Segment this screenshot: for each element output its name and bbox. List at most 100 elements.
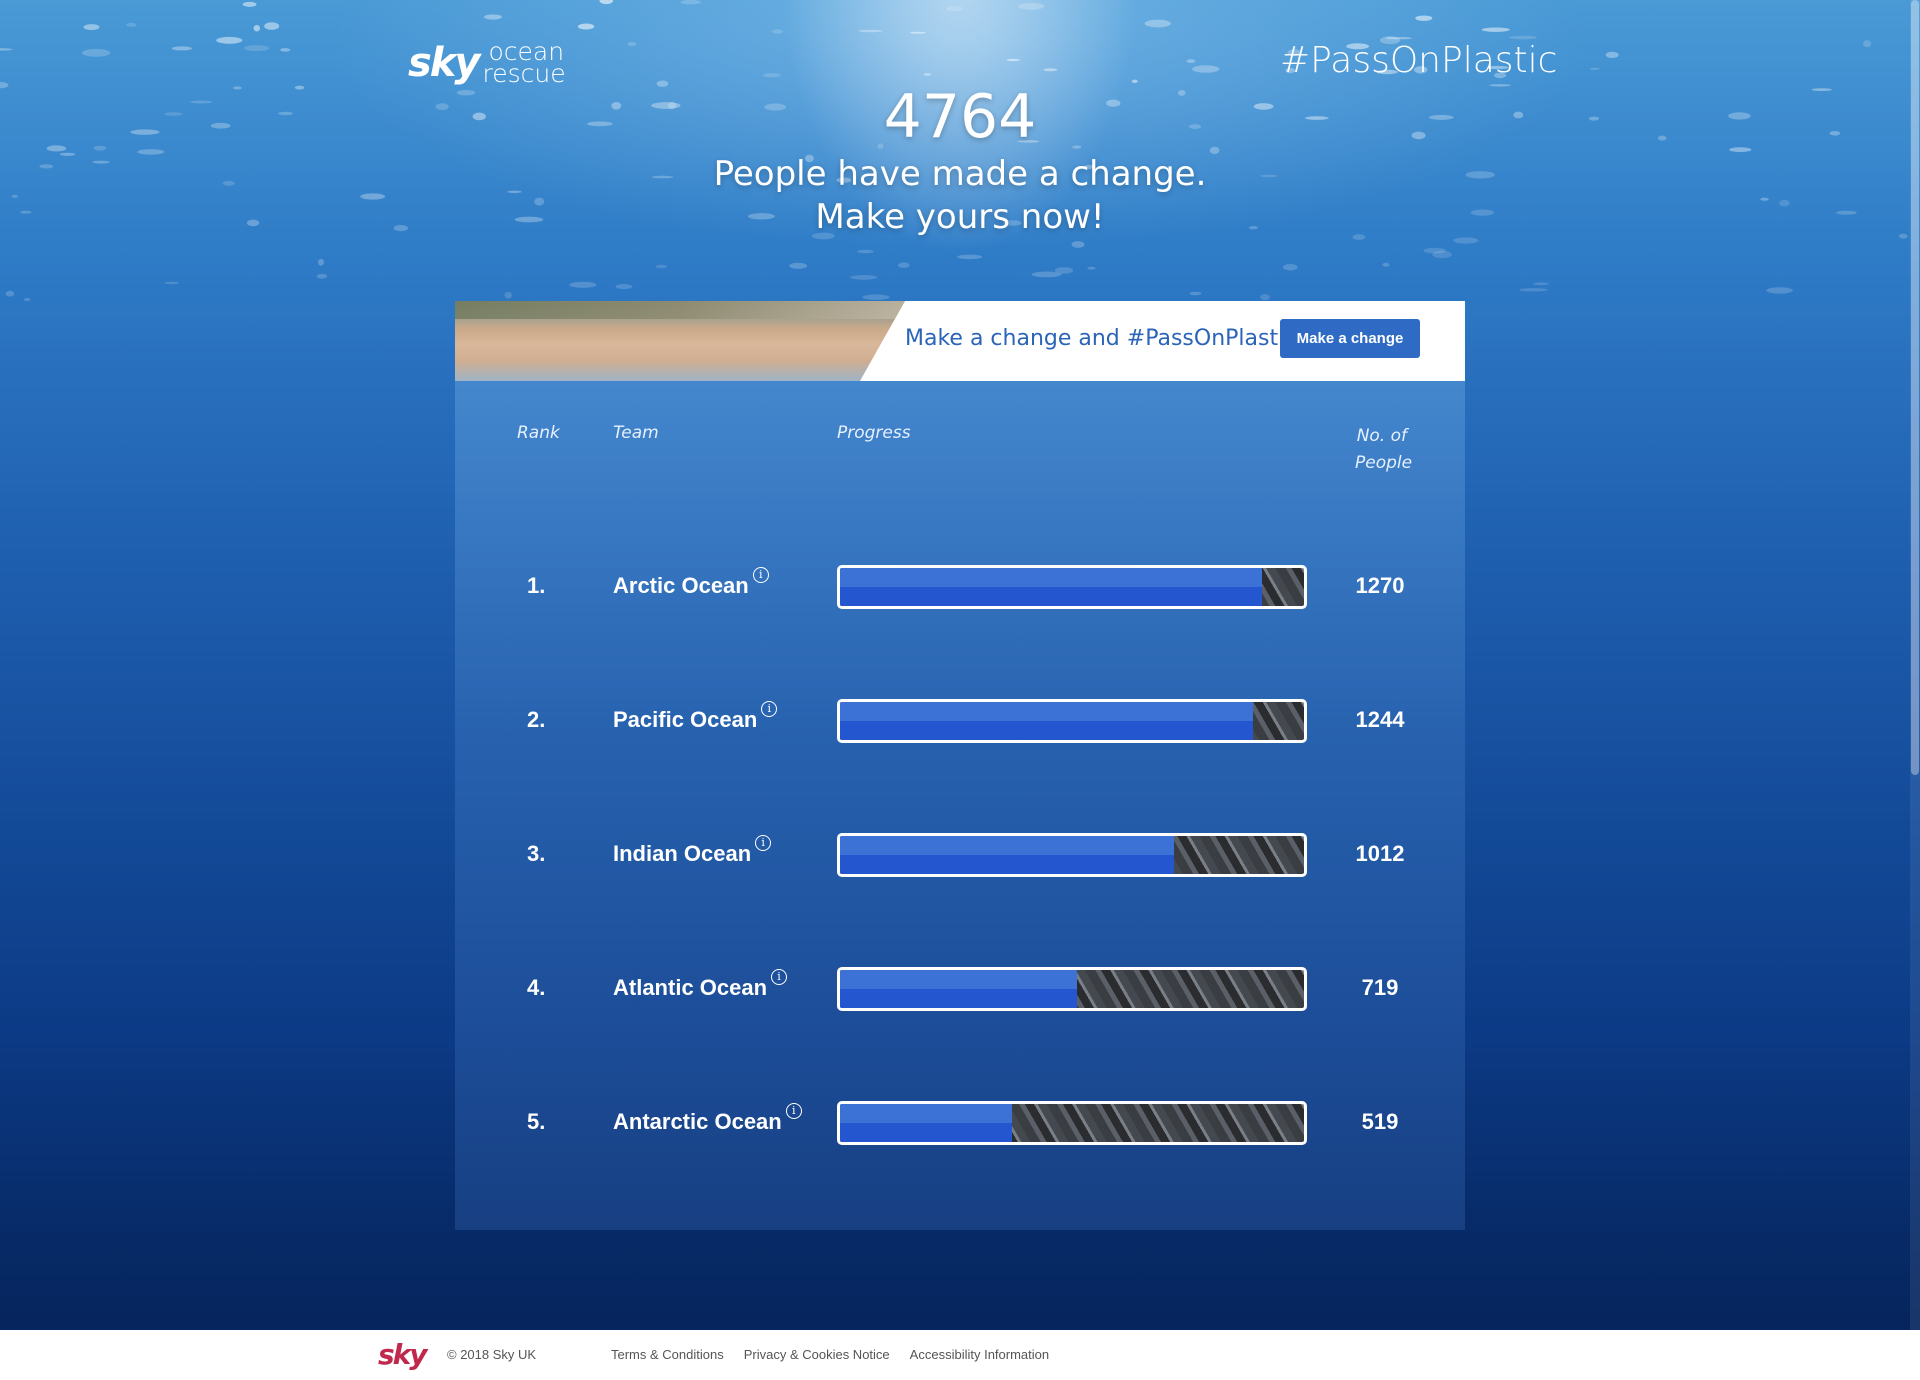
leaderboard-row: 2. Pacific Ocean i 1244 [455,699,1465,745]
sparkle [909,31,926,34]
footer-sky-logo[interactable]: sky [378,1338,428,1371]
sparkle [316,273,328,279]
sparkle [1018,2,1045,10]
sparkle [243,45,270,52]
row-count: 1244 [1355,707,1405,732]
leaderboard-panel: Rank Team Progress No. of People 1. Arct… [455,381,1465,1230]
row-team: Pacific Ocean i [613,701,778,733]
row-team: Indian Ocean i [613,835,772,867]
sparkle [1054,267,1074,274]
hero-tagline: People have made a change. Make yours no… [0,153,1920,239]
row-count: 719 [1361,975,1399,1000]
footer-links: Terms & Conditions Privacy & Cookies Not… [611,1347,1049,1362]
sparkle [1031,271,1062,278]
sparkle [83,24,100,31]
progress-bar [837,699,1307,743]
privacy-link[interactable]: Privacy & Cookies Notice [744,1347,890,1362]
sparkle [318,258,324,266]
progress-fill [840,1104,1012,1142]
logo-sky: sky [408,40,480,86]
footer: sky © 2018 Sky UK Terms & Conditions Pri… [0,1330,1920,1380]
sparkle [923,73,932,76]
sparkle [945,6,963,12]
info-icon[interactable]: i [752,567,769,583]
header-rank: Rank [517,423,560,443]
sparkle [599,0,614,5]
progress-fill [840,568,1263,606]
row-rank: 2. [527,707,546,732]
info-icon[interactable]: i [785,1103,802,1119]
sparkle [5,290,15,297]
banner-text: Make a change and #PassOnPlastic [905,326,1297,351]
make-change-banner: Make a change and #PassOnPlastic Make a … [455,301,1465,381]
footer-copyright: © 2018 Sky UK [447,1347,537,1362]
progress-bar [837,1101,1307,1145]
sparkle [1006,58,1020,62]
sparkle [858,29,883,33]
sparkle [0,48,13,51]
progress-fill [840,702,1253,740]
info-icon[interactable]: i [755,835,772,851]
sparkle [862,294,890,301]
sparkle [242,1,257,7]
sparkle [23,297,31,302]
leaderboard-row: 4. Atlantic Ocean i 719 [455,967,1465,1013]
sparkle [1509,35,1537,40]
row-count: 519 [1361,1109,1399,1134]
progress-bar [837,967,1307,1011]
info-icon[interactable]: i [761,701,778,717]
progress-fill [840,970,1077,1008]
sparkle [627,42,637,47]
sparkle [484,14,502,20]
sparkle [280,48,291,52]
sparkle [789,262,808,269]
progress-bar [837,833,1307,877]
sparkle [81,49,111,57]
sparkle [1189,291,1202,296]
row-team: Arctic Ocean i [613,567,769,599]
header-hashtag: #PassOnPlastic [1280,40,1558,81]
sparkle [164,281,179,285]
sparkle [1415,15,1433,21]
sparkle [1766,287,1793,294]
sparkle [569,281,597,288]
leaderboard-row: 5. Antarctic Ocean i 519 [455,1101,1465,1147]
sparkle [264,22,280,30]
sparkle [126,23,137,27]
row-rank: 5. [527,1109,546,1134]
info-icon[interactable]: i [771,969,788,985]
row-team: Antarctic Ocean i [613,1103,802,1135]
team-name: Indian Ocean [613,841,752,866]
sparkle [898,262,910,269]
sparkle [771,29,784,34]
team-name: Arctic Ocean [613,573,749,598]
row-count: 1012 [1355,841,1405,866]
terms-link[interactable]: Terms & Conditions [611,1347,724,1362]
sparkle [1382,262,1390,267]
team-name: Antarctic Ocean [613,1109,782,1134]
team-name: Pacific Ocean [613,707,758,732]
sparkle [216,36,243,44]
sparkle [1533,282,1549,286]
leaderboard-row: 3. Indian Ocean i 1012 [455,833,1465,879]
make-a-change-button[interactable]: Make a change [1280,319,1420,358]
sparkle [1605,51,1619,59]
beach-image [455,301,905,381]
row-rank: 3. [527,841,546,866]
sparkle [857,249,874,254]
sparkle [1087,266,1096,270]
accessibility-link[interactable]: Accessibility Information [910,1347,1049,1362]
header-team: Team [613,423,659,443]
sparkle [957,254,983,260]
sparkle [680,0,701,5]
sparkle [1043,68,1058,72]
sparkle [577,23,595,30]
sparkle [1481,27,1510,32]
sparkle [1260,294,1270,301]
sky-ocean-rescue-logo[interactable]: sky ocean rescue [408,38,566,88]
sparkle [655,264,668,269]
logo-ocean-rescue: ocean rescue [482,39,565,86]
row-rank: 1. [527,573,546,598]
sparkle [615,284,633,290]
sparkle [1519,288,1548,292]
